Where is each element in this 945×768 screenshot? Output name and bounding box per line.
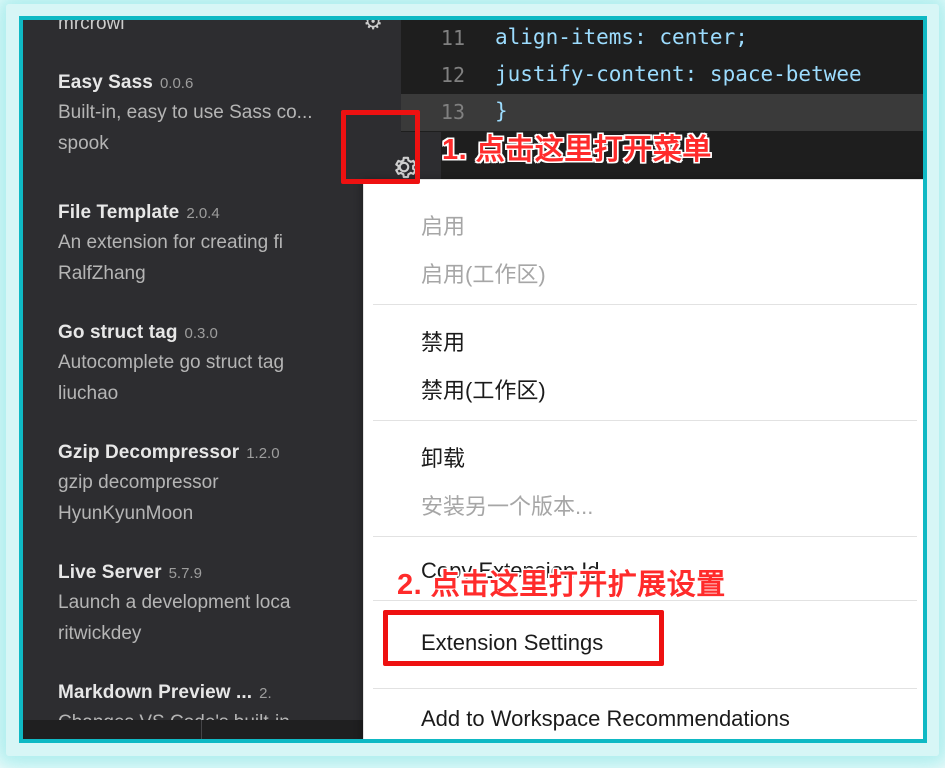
extension-publisher: HyunKyunMoon	[58, 503, 194, 524]
extension-publisher: ritwickdey	[58, 623, 142, 644]
menu-item-disable[interactable]: 禁用	[364, 320, 923, 365]
line-number: 11	[440, 26, 465, 50]
code-line-active[interactable]: 13 }	[401, 94, 923, 131]
extension-version: 0.0.6	[159, 75, 194, 92]
extension-list-item-clipped[interactable]: mrcrowl ⚙	[23, 20, 401, 44]
gear-icon	[395, 156, 417, 179]
extension-publisher: spook	[58, 133, 109, 154]
vscode-window: 11 align-items: center; 12 justify-conte…	[23, 20, 923, 739]
extension-title-row: Easy Sass 0.0.6	[58, 72, 193, 94]
vscode-window-frame: 11 align-items: center; 12 justify-conte…	[19, 16, 927, 743]
line-source: }	[495, 99, 508, 123]
extension-version: 1.2.0	[246, 445, 280, 462]
extension-description: Built-in, easy to use Sass co...	[58, 102, 313, 123]
menu-item-add-to-workspace-recommendations[interactable]: Add to Workspace Recommendations	[364, 696, 923, 739]
extension-version: 5.7.9	[168, 565, 202, 582]
menu-item-copy-extension-id[interactable]: Copy Extension Id	[364, 548, 923, 593]
extension-version: 2.0.4	[186, 205, 220, 222]
extension-name: Go struct tag	[58, 322, 178, 343]
menu-separator	[373, 600, 917, 601]
extension-title-row: File Template 2.0.4	[58, 202, 220, 224]
extension-name: Live Server	[58, 562, 162, 583]
extension-name: Markdown Preview ...	[58, 682, 253, 703]
menu-separator	[373, 536, 917, 537]
extension-version: 2.	[259, 685, 272, 702]
code-line[interactable]: 12 justify-content: space-betwee	[401, 57, 923, 94]
extension-description: Changes VS Code's built-in ...	[58, 712, 388, 720]
extension-description: Launch a development loca	[58, 592, 291, 613]
code-lines-container: 11 align-items: center; 12 justify-conte…	[401, 20, 923, 152]
extension-name: Easy Sass	[58, 72, 153, 93]
extension-description: Autocomplete go struct tag	[58, 352, 285, 373]
menu-separator	[373, 304, 917, 305]
extension-publisher: liuchao	[58, 383, 119, 404]
menu-item-disable-workspace[interactable]: 禁用(工作区)	[364, 368, 923, 413]
status-bar-divider	[201, 720, 202, 739]
extension-title-row: Go struct tag 0.3.0	[58, 322, 218, 344]
menu-item-uninstall[interactable]: 卸载	[364, 436, 923, 481]
extensions-sidebar[interactable]: mrcrowl ⚙ Easy Sass 0.0.6 Built-in, easy …	[23, 20, 401, 720]
screenshot-root: 11 align-items: center; 12 justify-conte…	[0, 0, 945, 768]
extension-context-menu[interactable]: 启用 启用(工作区) 禁用 禁用(工作区) 卸载 安装另一个版本... Copy…	[363, 179, 923, 739]
extension-title-row: Gzip Decompressor 1.2.0	[58, 442, 280, 464]
extension-description: An extension for creating fi	[58, 232, 283, 253]
extension-name: File Template	[58, 202, 180, 223]
menu-separator	[373, 688, 917, 689]
extension-version: 0.3.0	[184, 325, 218, 342]
extension-description: gzip decompressor	[58, 472, 219, 493]
line-number: 12	[440, 63, 465, 87]
gear-icon[interactable]: ⚙	[363, 20, 383, 35]
extension-name: Gzip Decompressor	[58, 442, 240, 463]
extension-title-row: Live Server 5.7.9	[58, 562, 202, 584]
line-source: justify-content: space-betwee	[495, 62, 862, 86]
extension-title-row: Markdown Preview ... 2.	[58, 682, 272, 704]
menu-item-enable-workspace[interactable]: 启用(工作区)	[364, 252, 923, 297]
menu-item-enable[interactable]: 启用	[364, 204, 923, 249]
menu-item-extension-settings[interactable]: Extension Settings	[364, 620, 923, 665]
code-line[interactable]: 11 align-items: center;	[401, 20, 923, 57]
extension-publisher: RalfZhang	[58, 263, 146, 284]
menu-separator	[373, 420, 917, 421]
extension-publisher: mrcrowl	[58, 20, 125, 34]
line-number: 13	[440, 100, 465, 124]
line-source: align-items: center;	[495, 25, 748, 49]
menu-item-install-another-version[interactable]: 安装另一个版本...	[364, 484, 923, 529]
